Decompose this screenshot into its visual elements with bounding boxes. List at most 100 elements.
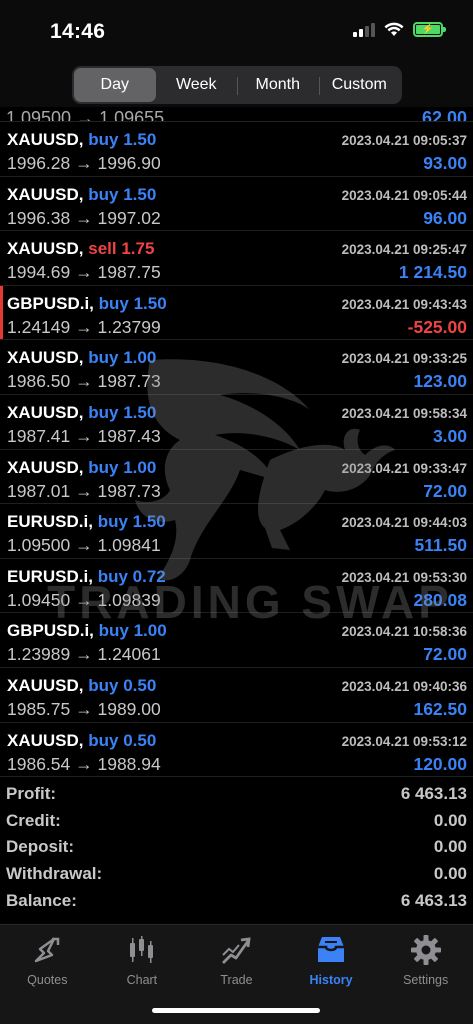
deal-row[interactable]: GBPUSD.i, buy 1.00 2023.04.21 10:58:36 1.2… [0, 613, 473, 668]
deal-prices: 1986.50 → 1987.73 [7, 371, 161, 392]
deal-side: buy 1.50 [97, 512, 166, 532]
deal-profit: 1 214.50 [398, 262, 467, 283]
deal-profit: 93.00 [423, 153, 467, 173]
deal-side: sell 1.75 [88, 239, 155, 259]
deal-profit: 96.00 [423, 207, 467, 228]
segment-week[interactable]: Week [156, 68, 238, 102]
deal-row[interactable]: XAUUSD, buy 1.00 2023.04.21 09:33:25 1986.… [0, 340, 473, 395]
deal-profit: 72.00 [423, 644, 467, 665]
summary-label: Credit: [6, 810, 61, 830]
deal-time: 2023.04.21 09:40:36 [341, 678, 467, 694]
deal-symbol: XAUUSD, buy 1.50 [7, 403, 156, 423]
deal-symbol: XAUUSD, buy 0.50 [7, 731, 156, 751]
deal-side: buy 0.72 [97, 566, 166, 586]
deal-prices: 1.09500 → 1.09655 [6, 108, 165, 122]
home-indicator[interactable] [152, 1008, 320, 1013]
deal-symbol: XAUUSD, buy 0.50 [7, 676, 156, 696]
signal-icon [353, 22, 375, 37]
deal-prices: 1996.38 → 1997.02 [7, 207, 161, 228]
deal-profit: 123.00 [413, 371, 467, 392]
status-bar: 14:46 ⚡ [0, 0, 473, 62]
deal-symbol-name: XAUUSD, [7, 402, 84, 422]
deal-profit: -525.00 [407, 316, 467, 337]
deal-row-partial[interactable]: 1.09500 → 1.09655 62.00 [0, 107, 473, 122]
summary-label: Deposit: [6, 837, 74, 857]
period-segmented-control: Day Week Month Custom [72, 66, 402, 104]
deal-row[interactable]: XAUUSD, buy 0.50 2023.04.21 09:53:12 1986.… [0, 723, 473, 778]
history-icon [318, 937, 345, 962]
deal-side: buy 1.50 [98, 293, 167, 313]
deal-time: 2023.04.21 09:58:34 [341, 405, 467, 421]
status-icons: ⚡ [353, 22, 446, 37]
deal-row[interactable]: XAUUSD, sell 1.75 2023.04.21 09:25:47 1994… [0, 231, 473, 286]
deal-prices: 1987.01 → 1987.73 [7, 480, 161, 501]
gear-icon [410, 935, 441, 965]
summary-profit: Profit: 6 463.13 [0, 781, 473, 808]
segment-custom[interactable]: Custom [318, 68, 401, 102]
segment-month[interactable]: Month [237, 68, 319, 102]
deal-prices: 1985.75 → 1989.00 [7, 698, 161, 719]
deal-prices: 1.24149 → 1.23799 [7, 316, 161, 337]
tab-label: History [309, 973, 353, 987]
deal-row[interactable]: XAUUSD, buy 1.00 2023.04.21 09:33:47 1987.… [0, 450, 473, 505]
deal-symbol-name: GBPUSD.i, [7, 621, 94, 641]
deal-symbol-name: XAUUSD, [7, 675, 84, 695]
deal-time: 2023.04.21 09:53:30 [341, 569, 467, 585]
deal-prices: 1.09450 → 1.09839 [7, 589, 161, 610]
deal-time: 2023.04.21 09:25:47 [341, 242, 467, 258]
deal-profit: 162.50 [413, 698, 467, 719]
deal-row[interactable]: XAUUSD, buy 0.50 2023.04.21 09:40:36 1985.… [0, 668, 473, 723]
trade-icon [222, 937, 252, 964]
deal-symbol-name: XAUUSD, [7, 130, 84, 149]
battery-icon: ⚡ [413, 22, 446, 37]
summary-value: 6 463.13 [400, 890, 467, 910]
deal-time: 2023.04.21 09:44:03 [341, 515, 467, 531]
deal-symbol: XAUUSD, buy 1.50 [7, 130, 156, 150]
deal-time: 2023.04.21 09:33:25 [341, 351, 467, 367]
deal-prices: 1.09500 → 1.09841 [7, 535, 161, 556]
deal-row[interactable]: GBPUSD.i, buy 1.50 2023.04.21 09:43:43 1.2… [0, 285, 473, 341]
deal-symbol: XAUUSD, sell 1.75 [7, 239, 154, 259]
tab-label: Quotes [27, 973, 68, 987]
deal-profit: 62.00 [421, 108, 467, 122]
deal-side: buy 1.00 [98, 621, 167, 641]
deal-symbol-name: XAUUSD, [7, 348, 84, 368]
period-bar: Day Week Month Custom [0, 62, 473, 107]
deal-side: buy 1.50 [88, 130, 157, 149]
deal-row[interactable]: EURUSD.i, buy 1.50 2023.04.21 09:44:03 1.0… [0, 504, 473, 559]
quotes-icon [35, 937, 60, 963]
summary-panel: Profit: 6 463.13 Credit: 0.00 Deposit: 0.00… [0, 781, 473, 914]
deal-symbol-name: XAUUSD, [7, 457, 84, 477]
deal-symbol: GBPUSD.i, buy 1.00 [7, 621, 167, 641]
deal-side: buy 1.00 [88, 348, 157, 368]
deal-side: buy 0.50 [88, 675, 157, 695]
tab-settings[interactable]: Settings [378, 925, 473, 1024]
tab-label: Chart [126, 973, 158, 987]
segment-day[interactable]: Day [74, 68, 156, 102]
deal-profit: 120.00 [413, 753, 467, 774]
summary-balance: Balance: 6 463.13 [0, 887, 473, 914]
summary-label: Balance: [6, 890, 77, 910]
summary-value: 6 463.13 [400, 784, 467, 804]
deal-prices: 1994.69 → 1987.75 [7, 262, 161, 283]
deal-prices: 1987.41 → 1987.43 [7, 425, 161, 446]
deal-time: 2023.04.21 09:05:37 [341, 133, 467, 148]
deal-symbol-name: XAUUSD, [7, 184, 84, 204]
deal-side: buy 1.50 [88, 402, 157, 422]
deal-symbol-name: GBPUSD.i, [7, 293, 94, 313]
deal-row[interactable]: XAUUSD, buy 1.50 2023.04.21 09:58:34 1987.… [0, 395, 473, 450]
summary-value: 0.00 [433, 837, 467, 857]
deal-row[interactable]: EURUSD.i, buy 0.72 2023.04.21 09:53:30 1.0… [0, 559, 473, 614]
summary-value: 0.00 [433, 810, 467, 830]
deal-profit: 280.08 [413, 589, 467, 610]
deal-row[interactable]: XAUUSD, buy 1.50 2023.04.21 09:05:44 1996.… [0, 177, 473, 232]
deal-symbol-name: EURUSD.i, [7, 566, 93, 586]
tab-quotes[interactable]: Quotes [0, 925, 95, 1024]
deal-symbol: XAUUSD, buy 1.00 [7, 348, 156, 368]
deal-row[interactable]: XAUUSD, buy 1.50 2023.04.21 09:05:37 1996.… [0, 122, 473, 177]
chart-icon [129, 936, 153, 963]
deal-prices: 1996.28 → 1996.90 [7, 153, 161, 173]
summary-value: 0.00 [433, 864, 467, 884]
deal-profit: 511.50 [414, 535, 467, 556]
summary-credit: Credit: 0.00 [0, 808, 473, 835]
